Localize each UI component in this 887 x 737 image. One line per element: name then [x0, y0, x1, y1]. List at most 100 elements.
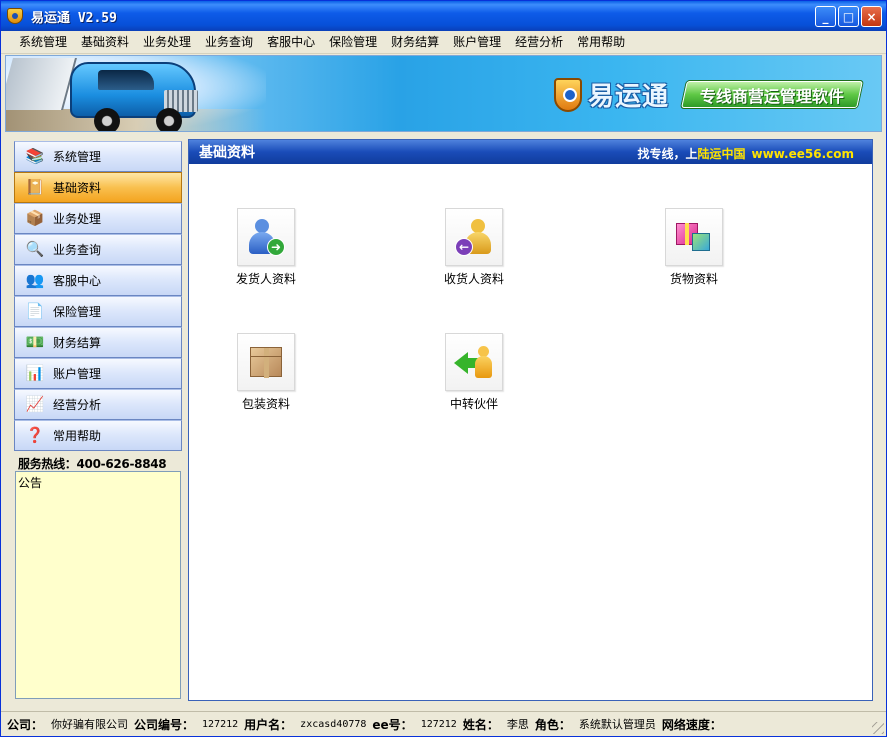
- packaging-box-icon: [250, 347, 282, 378]
- nav-item-help[interactable]: ❓ 常用帮助: [14, 420, 182, 451]
- maximize-button[interactable]: □: [838, 6, 859, 27]
- nav-item-account[interactable]: 📊 账户管理: [14, 358, 182, 389]
- status-company-no: 127212: [202, 718, 239, 730]
- content-panel: 基础资料 找专线，上陆运中国 www.ee56.com ➜ 发货人资料 ← 收货…: [188, 139, 873, 701]
- menu-customer-service[interactable]: 客服中心: [261, 31, 323, 54]
- status-name: 李思: [506, 718, 529, 731]
- status-name-label: 姓名：: [462, 717, 499, 732]
- status-username-label: 用户名：: [244, 717, 293, 732]
- brand-logo: 易运通: [554, 76, 669, 113]
- menu-bar: 系统管理 基础资料 业务处理 业务查询 客服中心 保险管理 财务结算 账户管理 …: [1, 31, 886, 54]
- nav-item-customer-service[interactable]: 👥 客服中心: [14, 265, 182, 296]
- tile-packaging-box[interactable]: [237, 333, 295, 391]
- menu-business-query[interactable]: 业务查询: [199, 31, 261, 54]
- tile-transfer-partner-box[interactable]: [445, 333, 503, 391]
- analysis-icon: 📈: [25, 395, 45, 413]
- content-header: 基础资料 找专线，上陆运中国 www.ee56.com: [189, 140, 872, 164]
- slogan-text: 专线商营运管理软件: [699, 86, 844, 106]
- help-icon: ❓: [25, 426, 45, 444]
- notice-label: 公告: [18, 476, 43, 490]
- tile-packaging[interactable]: 包装资料: [226, 333, 306, 412]
- shipper-icon: ➜: [246, 217, 286, 257]
- promo-brand: 陆运中国: [697, 147, 746, 161]
- truck-window-image: [98, 70, 154, 90]
- status-ee-label: ee号：: [372, 717, 413, 732]
- window-title: 易运通 V2.59: [31, 10, 117, 26]
- promo-prefix: 找专线，上: [637, 147, 698, 161]
- nav-label: 保险管理: [53, 305, 102, 319]
- consignee-icon: ←: [454, 217, 494, 257]
- nav-label: 账户管理: [53, 367, 102, 381]
- tile-label: 中转伙伴: [449, 397, 498, 411]
- menu-account[interactable]: 账户管理: [447, 31, 509, 54]
- app-shield-icon[interactable]: [7, 8, 23, 24]
- document-icon: 📄: [25, 302, 45, 320]
- promo-url[interactable]: www.ee56.com: [752, 147, 854, 161]
- status-company: 你好骗有限公司: [51, 718, 129, 731]
- menu-business-process[interactable]: 业务处理: [137, 31, 199, 54]
- magnifier-icon: 🔍: [25, 240, 45, 258]
- nav-item-business-query[interactable]: 🔍 业务查询: [14, 234, 182, 265]
- minimize-button[interactable]: _: [815, 6, 836, 27]
- nav-item-insurance[interactable]: 📄 保险管理: [14, 296, 182, 327]
- banner: 易运通 专线商营运管理软件: [5, 55, 882, 132]
- status-role: 系统默认管理员: [578, 718, 656, 731]
- menu-insurance[interactable]: 保险管理: [323, 31, 385, 54]
- app-window: 易运通 V2.59 _ □ × 系统管理 基础资料 业务处理 业务查询 客服中心…: [0, 0, 887, 737]
- slogan-badge: 专线商营运管理软件: [681, 81, 863, 108]
- status-bar: 公司： 你好骗有限公司 公司编号： 127212 用户名： zxcasd4077…: [1, 711, 886, 736]
- tile-label: 货物资料: [669, 272, 718, 286]
- nav-item-business-process[interactable]: 📦 业务处理: [14, 203, 182, 234]
- books-icon: 📚: [25, 147, 45, 165]
- transfer-partner-icon: [454, 342, 494, 382]
- nav-label: 常用帮助: [53, 429, 102, 443]
- content-title: 基础资料: [199, 145, 255, 161]
- nav-item-system[interactable]: 📚 系统管理: [14, 141, 182, 172]
- tile-goods-box[interactable]: [665, 208, 723, 266]
- left-nav-panel: 📚 系统管理 📔 基础资料 📦 业务处理 🔍 业务查询 👥 客服中心 📄 保险管…: [14, 139, 182, 701]
- tile-transfer-partner[interactable]: 中转伙伴: [434, 333, 514, 412]
- nav-item-analysis[interactable]: 📈 经营分析: [14, 389, 182, 420]
- book-icon: 📔: [25, 178, 45, 196]
- menu-basic-data[interactable]: 基础资料: [75, 31, 137, 54]
- menu-finance[interactable]: 财务结算: [385, 31, 447, 54]
- account-chart-icon: 📊: [25, 364, 45, 382]
- goods-gift-icon: [674, 217, 714, 257]
- notice-board[interactable]: 公告: [15, 471, 181, 699]
- title-bar[interactable]: 易运通 V2.59 _ □ ×: [1, 1, 886, 31]
- tile-consignee-box[interactable]: ←: [445, 208, 503, 266]
- tile-label: 包装资料: [241, 397, 290, 411]
- nav-item-basic-data[interactable]: 📔 基础资料: [14, 172, 182, 203]
- truck-wheel-front-image: [94, 108, 120, 131]
- nav-label: 客服中心: [53, 274, 102, 288]
- nav-label: 财务结算: [53, 336, 102, 350]
- menu-help[interactable]: 常用帮助: [571, 31, 633, 54]
- status-role-label: 角色：: [534, 717, 571, 732]
- menu-analysis[interactable]: 经营分析: [509, 31, 571, 54]
- nav-label: 业务处理: [53, 212, 102, 226]
- nav-label: 经营分析: [53, 398, 102, 412]
- tile-consignee[interactable]: ← 收货人资料: [434, 208, 514, 287]
- tile-goods[interactable]: 货物资料: [654, 208, 734, 287]
- service-hotline: 服务热线：400-626-8848: [18, 457, 167, 471]
- status-speed-label: 网络速度：: [661, 717, 722, 732]
- status-company-no-label: 公司编号：: [134, 717, 195, 732]
- window-controls: _ □ ×: [815, 6, 882, 27]
- nav-label: 基础资料: [53, 181, 102, 195]
- people-icon: 👥: [25, 271, 45, 289]
- resize-grip[interactable]: [872, 722, 884, 734]
- shield-logo-icon: [554, 77, 582, 112]
- tile-label: 收货人资料: [443, 272, 504, 286]
- tile-shipper-box[interactable]: ➜: [237, 208, 295, 266]
- tile-label: 发货人资料: [235, 272, 296, 286]
- promo-link[interactable]: 找专线，上陆运中国 www.ee56.com: [638, 145, 854, 162]
- nav-item-finance[interactable]: 💵 财务结算: [14, 327, 182, 358]
- package-stack-icon: 📦: [25, 209, 45, 227]
- close-button[interactable]: ×: [861, 6, 882, 27]
- brand-logo-text: 易运通: [588, 82, 670, 112]
- nav-label: 系统管理: [53, 150, 102, 164]
- truck-wheel-rear-image: [156, 108, 182, 131]
- tile-shipper[interactable]: ➜ 发货人资料: [226, 208, 306, 287]
- money-icon: 💵: [25, 333, 45, 351]
- menu-system[interactable]: 系统管理: [13, 31, 75, 54]
